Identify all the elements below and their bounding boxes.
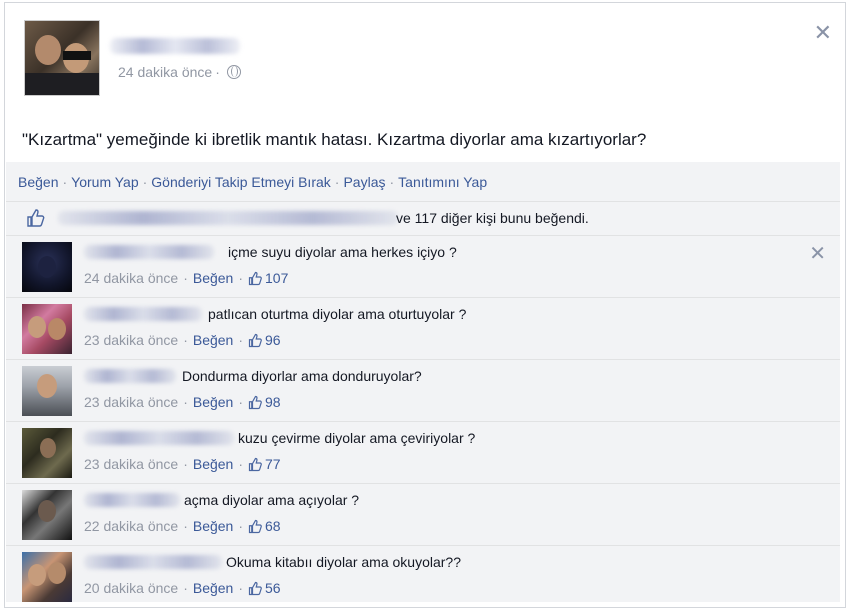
comment-time[interactable]: 23 dakika önce [84, 456, 178, 472]
comment-like-button[interactable]: Beğen [193, 270, 233, 286]
comment-text: açma diyolar ama açıyolar ? [184, 492, 360, 508]
comment-text: Okuma kitabıı diyolar ama okuyolar?? [226, 554, 461, 570]
comment-like-count[interactable]: 96 [265, 332, 281, 348]
commenter-avatar[interactable] [22, 428, 72, 478]
commenter-avatar[interactable] [22, 242, 72, 292]
comment-meta: 23 dakika önce · Beğen · 98 [84, 394, 281, 410]
commenter-avatar[interactable] [22, 552, 72, 602]
commenter-avatar[interactable] [22, 490, 72, 540]
comment-like-button[interactable]: Beğen [193, 394, 233, 410]
comment-meta: 23 dakika önce · Beğen · 77 [84, 456, 281, 472]
comment-item: Dondurma diyorlar ama donduruyolar? 23 d… [6, 359, 840, 421]
comment-meta: 24 dakika önce · Beğen · 107 [84, 270, 289, 286]
promote-button[interactable]: Tanıtımını Yap [398, 174, 487, 190]
like-button[interactable]: Beğen [18, 174, 58, 190]
thumbs-up-icon [248, 519, 262, 534]
comment-item: patlıcan oturtma diyolar ama oturtuyolar… [6, 297, 840, 359]
close-icon[interactable]: ✕ [809, 244, 826, 264]
globe-icon[interactable] [226, 65, 241, 79]
thumbs-up-icon [248, 457, 262, 472]
comment-item: açma diyolar ama açıyolar ? 22 dakika ön… [6, 483, 840, 545]
comment-like-count[interactable]: 56 [265, 580, 281, 596]
likes-summary: ve 117 diğer kişi bunu beğendi. [6, 201, 840, 235]
commenter-name-redacted[interactable] [84, 307, 202, 321]
comment-like-button[interactable]: Beğen [193, 332, 233, 348]
commenter-name-redacted[interactable] [84, 493, 180, 507]
status-text: "Kızartma" yemeğinde ki ibretlik mantık … [22, 130, 647, 149]
share-button[interactable]: Paylaş [343, 174, 385, 190]
close-icon[interactable]: ✕ [814, 22, 832, 44]
comment-like-count[interactable]: 107 [265, 270, 288, 286]
comment-like-button[interactable]: Beğen [193, 580, 233, 596]
comment-like-count[interactable]: 98 [265, 394, 281, 410]
commenter-avatar[interactable] [22, 366, 72, 416]
comment-meta: 22 dakika önce · Beğen · 68 [84, 518, 281, 534]
comment-like-count[interactable]: 77 [265, 456, 281, 472]
thumbs-up-icon [248, 333, 262, 348]
likes-text[interactable]: ve 117 diğer kişi bunu beğendi. [396, 210, 589, 226]
comment-time[interactable]: 22 dakika önce [84, 518, 178, 534]
comment-meta: 23 dakika önce · Beğen · 96 [84, 332, 281, 348]
post-time[interactable]: 24 dakika önce [118, 64, 212, 80]
comment-time[interactable]: 23 dakika önce [84, 394, 178, 410]
post-meta: 24 dakika önce · [118, 64, 241, 80]
comment-like-button[interactable]: Beğen [193, 518, 233, 534]
author-avatar[interactable] [24, 20, 100, 96]
comment-time[interactable]: 20 dakika önce [84, 580, 178, 596]
thumbs-up-icon [248, 395, 262, 410]
comment-like-button[interactable]: Beğen [193, 456, 233, 472]
commenter-name-redacted[interactable] [84, 555, 222, 569]
comment-text: patlıcan oturtma diyolar ama oturtuyolar… [208, 306, 467, 322]
post-actions: Beğen · Yorum Yap · Gönderiyi Takip Etmeyi B… [18, 174, 488, 190]
author-name-redacted[interactable] [110, 38, 240, 54]
comment-text: kuzu çevirme diyolar ama çeviriyolar ? [238, 430, 476, 446]
comment-time[interactable]: 23 dakika önce [84, 332, 178, 348]
commenter-name-redacted[interactable] [84, 245, 214, 259]
comment-meta: 20 dakika önce · Beğen · 56 [84, 580, 281, 596]
unfollow-button[interactable]: Gönderiyi Takip Etmeyi Bırak [151, 174, 330, 190]
comment-text: Dondurma diyorlar ama donduruyolar? [182, 368, 422, 384]
comment-item: içme suyu diyolar ama herkes içiyo ? 24 … [6, 235, 840, 297]
comment-like-count[interactable]: 68 [265, 518, 281, 534]
comment-item: kuzu çevirme diyolar ama çeviriyolar ? 2… [6, 421, 840, 483]
commenter-avatar[interactable] [22, 304, 72, 354]
comment-text: içme suyu diyolar ama herkes içiyo ? [228, 244, 457, 260]
thumbs-up-icon [27, 209, 45, 227]
thumbs-up-icon [248, 271, 262, 286]
thumbs-up-icon [248, 581, 262, 596]
commenter-name-redacted[interactable] [84, 431, 234, 445]
commenter-name-redacted[interactable] [84, 369, 176, 383]
likers-redacted[interactable] [58, 211, 398, 225]
comment-item: Okuma kitabıı diyolar ama okuyolar?? 20 … [6, 545, 840, 607]
comment-time[interactable]: 24 dakika önce [84, 270, 178, 286]
comment-button[interactable]: Yorum Yap [71, 174, 138, 190]
